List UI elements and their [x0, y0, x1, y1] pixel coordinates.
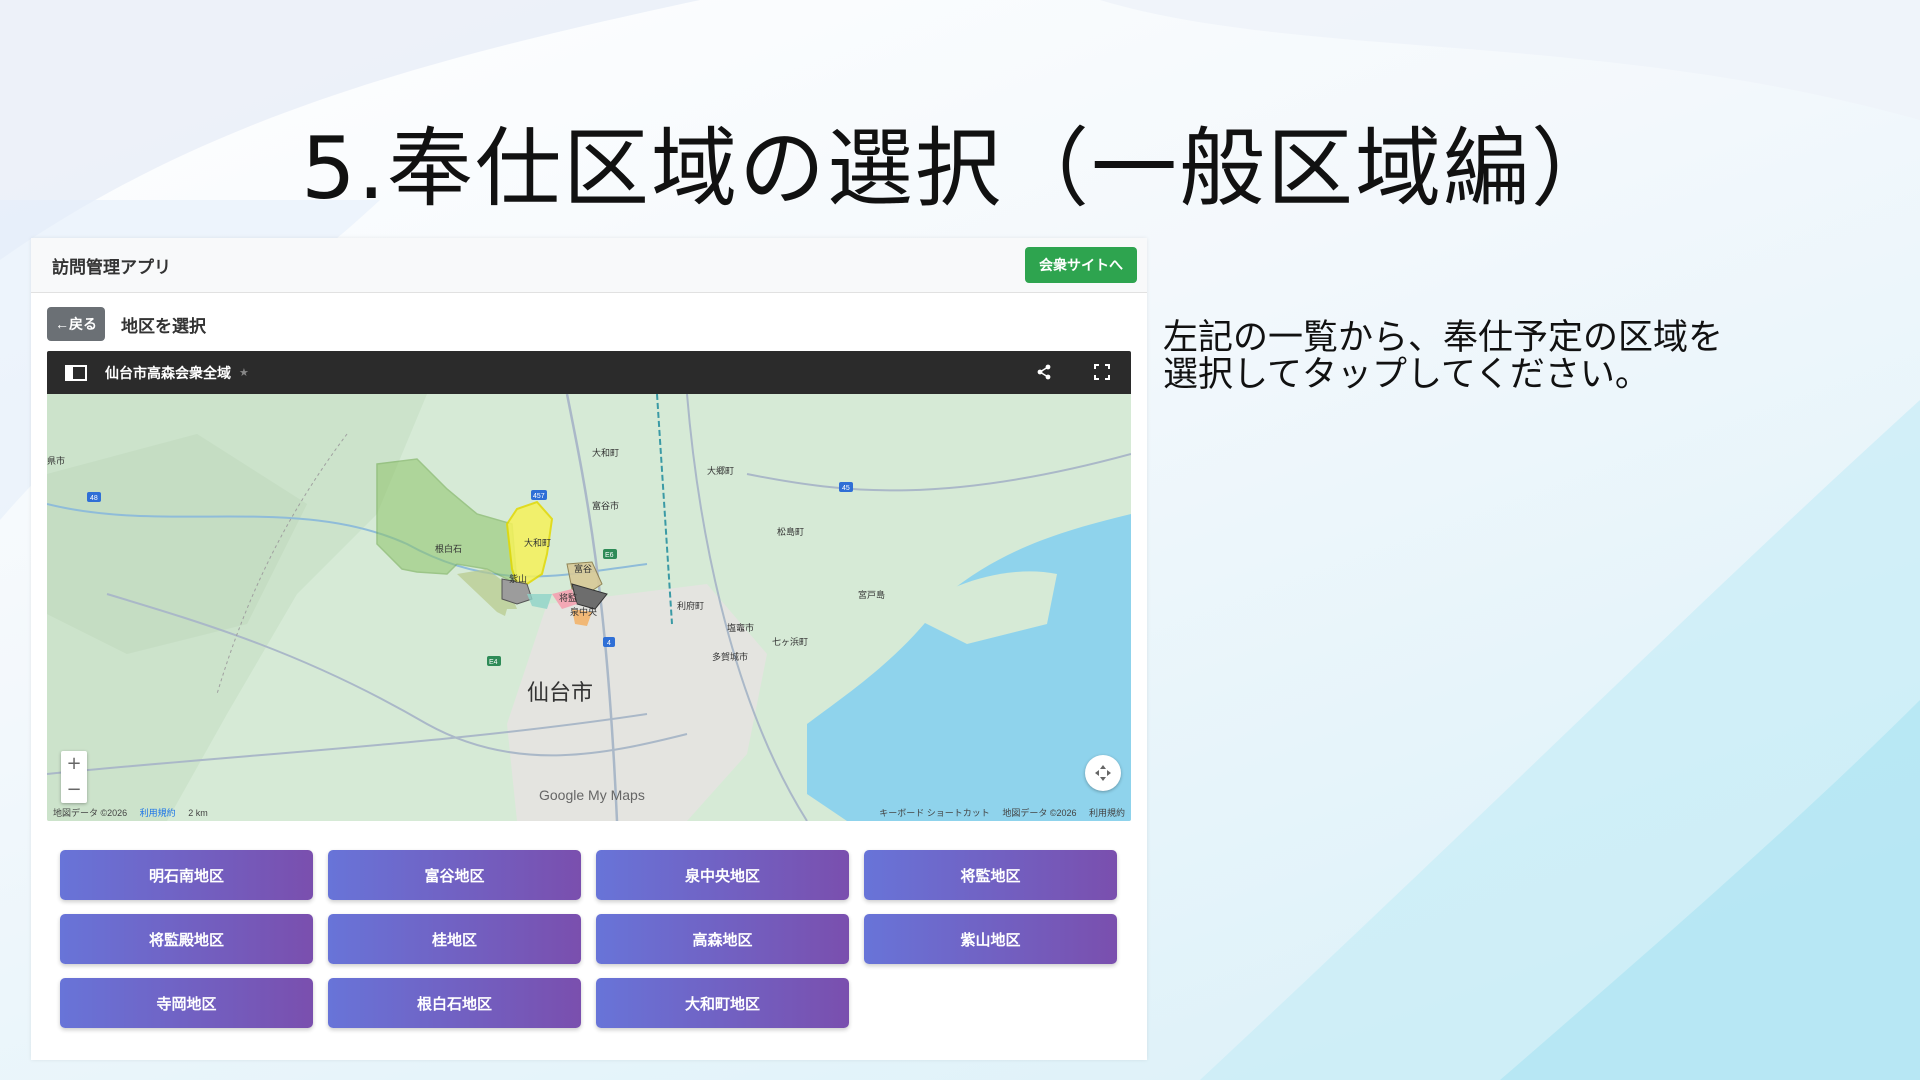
- map-label-taiwa: 大和町: [592, 447, 619, 458]
- road-shield-e6: E6: [603, 549, 617, 559]
- map-label-taiwa2: 大和町: [524, 537, 551, 548]
- map-label-matsushima: 松島町: [777, 526, 804, 537]
- map-name: 仙台市高森会衆全域: [105, 364, 231, 381]
- district-button[interactable]: 大和町地区: [596, 978, 849, 1028]
- map-label-izumichuo: 泉中央: [570, 606, 597, 617]
- subbar: ←戻る 地区を選択: [31, 293, 1147, 341]
- map-label-edge: 県市: [47, 455, 65, 466]
- map-label-murayama: 紫山: [509, 574, 527, 584]
- svg-text:E4: E4: [489, 659, 498, 666]
- svg-text:48: 48: [90, 495, 98, 502]
- svg-text:4: 4: [607, 640, 611, 647]
- map-label-tagajo: 多賀城市: [712, 651, 748, 662]
- slide-title: 5.奉仕区域の選択（一般区域編）: [300, 119, 1620, 219]
- map-label-nebashiroishi: 根白石: [435, 543, 462, 554]
- zoom-in-button[interactable]: +: [61, 751, 87, 777]
- district-button[interactable]: 富谷地区: [328, 850, 581, 900]
- road-shield-45: 45: [839, 482, 853, 492]
- map-data-credit: 地図データ ©2026: [53, 808, 128, 818]
- congregation-site-button[interactable]: 会衆サイトへ: [1025, 247, 1137, 283]
- keyboard-shortcuts-link[interactable]: キーボード ショートカット: [879, 808, 990, 818]
- map-embed[interactable]: 仙台市高森会衆全域 ★ 県市 大和町 大郷町 富谷市 松島町 大和町 根白石 富…: [47, 351, 1131, 821]
- app-header: 訪問管理アプリ 会衆サイトへ: [31, 238, 1147, 293]
- instruction-line: 左記の一覧から、奉仕予定の区域を: [1163, 318, 1724, 358]
- svg-text:E6: E6: [605, 552, 614, 559]
- google-my-maps-logo: Google My Maps: [539, 787, 645, 803]
- map-terms-link-right[interactable]: 利用規約: [1089, 808, 1125, 818]
- district-button[interactable]: 明石南地区: [60, 850, 313, 900]
- zoom-control: + −: [61, 751, 87, 803]
- svg-text:457: 457: [533, 493, 545, 500]
- app-title: 訪問管理アプリ: [52, 257, 171, 277]
- recenter-icon: [1095, 765, 1111, 781]
- map-label-shiogama: 塩竈市: [727, 622, 754, 633]
- map-scale: 2 km: [188, 808, 208, 818]
- instruction-line: 選択してタップしてください。: [1163, 355, 1650, 395]
- map-label-tomiya-short: 富谷: [574, 563, 592, 574]
- district-button[interactable]: 高森地区: [596, 914, 849, 964]
- road-shield-457: 457: [531, 490, 547, 500]
- district-button[interactable]: 寺岡地区: [60, 978, 313, 1028]
- map-label-ohira: 大郷町: [707, 465, 734, 476]
- district-button[interactable]: 将監殿地区: [60, 914, 313, 964]
- district-button[interactable]: 根白石地区: [328, 978, 581, 1028]
- district-button-grid: 明石南地区 富谷地区 泉中央地区 将監地区 将監殿地区 桂地区 高森地区 紫山地…: [60, 850, 1120, 1028]
- district-button[interactable]: 桂地区: [328, 914, 581, 964]
- map-label-miyato: 宮戸島: [858, 589, 885, 600]
- side-panel-icon[interactable]: [65, 364, 87, 382]
- road-shield-4: 4: [603, 637, 615, 647]
- share-icon[interactable]: [1035, 363, 1053, 381]
- road-shield-e4: E4: [487, 656, 501, 666]
- zoom-out-button[interactable]: −: [61, 777, 87, 803]
- fullscreen-icon[interactable]: [1093, 363, 1111, 381]
- district-button[interactable]: 将監地区: [864, 850, 1117, 900]
- map-label-sendai: 仙台市: [527, 680, 593, 705]
- map-label-shogen: 将監: [559, 592, 577, 603]
- map-header-bar: 仙台市高森会衆全域 ★: [47, 351, 1131, 394]
- map-terms-link-left[interactable]: 利用規約: [140, 808, 176, 818]
- instruction-text: 左記の一覧から、奉仕予定の区域を 選択してタップしてください。: [1163, 320, 1723, 394]
- map-label-tomiya: 富谷市: [592, 500, 619, 511]
- map-data-credit-right: 地図データ ©2026: [1002, 808, 1077, 818]
- map-footer: 地図データ ©2026 利用規約 2 km キーボード ショートカット 地図デー…: [47, 807, 1131, 821]
- map-label-shichigahama: 七ヶ浜町: [772, 637, 808, 647]
- recenter-button[interactable]: [1085, 755, 1121, 791]
- map-canvas[interactable]: 県市 大和町 大郷町 富谷市 松島町 大和町 根白石 富谷 紫山 将監 泉中央 …: [47, 394, 1131, 821]
- star-icon[interactable]: ★: [239, 366, 249, 379]
- map-label-rifu: 利府町: [677, 600, 704, 611]
- back-button[interactable]: ←戻る: [47, 307, 105, 341]
- road-shield-48: 48: [87, 492, 101, 502]
- district-button[interactable]: 泉中央地区: [596, 850, 849, 900]
- app-window: 訪問管理アプリ 会衆サイトへ ←戻る 地区を選択 仙台市高森会衆全域 ★ 県市 …: [31, 238, 1147, 1060]
- district-button[interactable]: 紫山地区: [864, 914, 1117, 964]
- page-title: 地区を選択: [121, 316, 206, 336]
- svg-text:45: 45: [842, 485, 850, 492]
